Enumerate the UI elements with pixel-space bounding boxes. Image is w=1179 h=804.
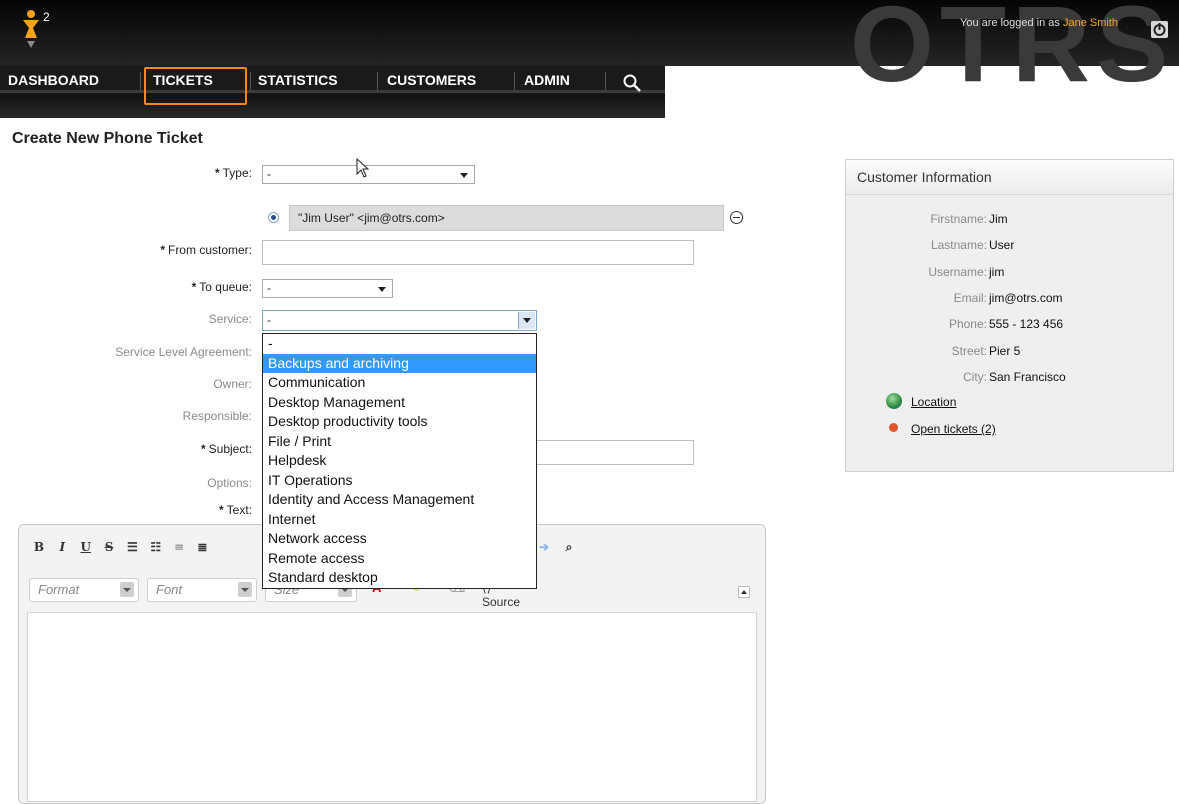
to-queue-label: * To queue: xyxy=(191,280,252,294)
subject-input[interactable] xyxy=(535,440,694,465)
nav-admin[interactable]: ADMIN xyxy=(524,70,570,90)
service-option[interactable]: Identity and Access Management xyxy=(263,490,536,510)
service-option[interactable]: Desktop productivity tools xyxy=(263,412,536,432)
chevron-down-icon[interactable] xyxy=(518,312,535,329)
customer-info-title: Customer Information xyxy=(846,160,1173,195)
customer-info-value: User xyxy=(989,238,1015,253)
customer-info-value: 555 - 123 456 xyxy=(989,317,1064,332)
owner-label: Owner: xyxy=(213,377,252,391)
notification-badge: 2 xyxy=(43,10,50,24)
service-label: Service: xyxy=(208,312,252,326)
type-label: * Type: xyxy=(214,166,252,180)
customer-info-row: Phone: 555 - 123 456 xyxy=(846,311,1175,337)
from-customer-input[interactable] xyxy=(262,240,694,265)
service-option[interactable]: IT Operations xyxy=(263,471,536,491)
format-combo[interactable]: Format xyxy=(29,578,139,602)
nav-statistics[interactable]: STATISTICS xyxy=(258,70,338,90)
header: OTRS 2 You are logged in as Jane Smith D… xyxy=(0,0,1179,118)
customer-info-value: jim@otrs.com xyxy=(989,290,1063,305)
sla-label: Service Level Agreement: xyxy=(115,345,252,359)
customer-info-key: Lastname: xyxy=(930,238,987,253)
strikethrough-icon[interactable]: S xyxy=(99,537,119,557)
customer-info-row: Email: jim@otrs.com xyxy=(846,285,1175,311)
service-option[interactable]: Communication xyxy=(263,373,536,393)
editor-toolbar: B I U S ☰ ☷ ≡ ≣ xyxy=(29,537,212,561)
service-option[interactable]: Helpdesk xyxy=(263,451,536,471)
chevron-down-icon xyxy=(378,287,386,292)
customer-info-panel: Customer Information Firstname: Jim Lastna… xyxy=(845,159,1174,472)
nav-dashboard[interactable]: DASHBOARD xyxy=(8,70,99,90)
outdent-icon[interactable]: ≡ xyxy=(169,537,189,557)
customer-radio[interactable] xyxy=(268,212,279,223)
status-dot-icon xyxy=(889,423,898,432)
service-option[interactable]: Internet xyxy=(263,510,536,530)
service-option[interactable]: Backups and archiving xyxy=(263,353,536,373)
customer-info-key: Phone: xyxy=(948,317,987,332)
responsible-label: Responsible: xyxy=(182,409,252,423)
nav-tickets[interactable]: TICKETS xyxy=(153,70,213,90)
collapse-toolbar-icon[interactable] xyxy=(738,586,750,598)
customer-info-key: Firstname: xyxy=(930,212,987,226)
chevron-down-icon xyxy=(460,173,468,178)
find-icon[interactable]: ⌕ xyxy=(559,537,579,557)
customer-info-key: Email: xyxy=(953,290,987,305)
nav-customers[interactable]: CUSTOMERS xyxy=(387,70,476,90)
globe-icon xyxy=(886,393,902,409)
service-option[interactable]: - xyxy=(263,334,536,354)
remove-icon[interactable] xyxy=(730,211,743,224)
customer-info-row: Firstname: Jim xyxy=(846,206,1175,232)
customer-info-value: Jim xyxy=(989,212,1008,226)
service-option[interactable]: Standard desktop xyxy=(263,568,536,588)
service-option[interactable]: Network access xyxy=(263,529,536,549)
service-select[interactable]: - xyxy=(262,310,537,331)
service-option[interactable]: Desktop Management xyxy=(263,393,536,413)
chevron-down-icon xyxy=(120,582,134,597)
chevron-down-icon xyxy=(238,582,252,597)
location-link[interactable]: Location xyxy=(911,395,956,409)
customer-info-row: Lastname: User xyxy=(846,232,1175,258)
customer-info-row: Street: Pier 5 xyxy=(846,338,1175,364)
service-option[interactable]: Remote access xyxy=(263,549,536,569)
mouse-cursor-icon xyxy=(356,158,370,178)
page-title: Create New Phone Ticket xyxy=(12,130,203,147)
subject-label: * Subject: xyxy=(200,442,252,456)
numbered-list-icon[interactable]: ☰ xyxy=(122,537,142,557)
login-status: You are logged in as Jane Smith xyxy=(960,17,1118,29)
customer-info-key: City: xyxy=(963,369,987,384)
options-label: Options: xyxy=(207,476,252,490)
customer-info-key: Username: xyxy=(928,264,987,279)
editor-content-area[interactable] xyxy=(27,612,757,802)
customer-chip: "Jim User" <jim@otrs.com> xyxy=(289,205,724,231)
search-icon[interactable] xyxy=(621,72,643,94)
customer-info-row: Username: jim xyxy=(846,259,1175,285)
service-option[interactable]: File / Print xyxy=(263,432,536,452)
open-tickets-link[interactable]: Open tickets (2) xyxy=(911,422,996,436)
font-combo[interactable]: Font xyxy=(147,578,257,602)
customer-info-value: San Francisco xyxy=(989,369,1066,384)
indent-icon[interactable]: ≣ xyxy=(192,537,212,557)
logout-icon[interactable] xyxy=(1151,21,1168,38)
underline-icon[interactable]: U xyxy=(76,537,96,557)
from-customer-label: * From customer: xyxy=(160,243,252,257)
customer-info-row: City: San Francisco xyxy=(846,364,1175,390)
service-dropdown-list[interactable]: - Backups and archiving Communication Deskt… xyxy=(262,333,537,589)
customer-info-value: Pier 5 xyxy=(989,343,1021,358)
italic-icon[interactable]: I xyxy=(52,537,72,557)
text-label: * Text: xyxy=(218,503,252,517)
customer-info-key: Street: xyxy=(951,343,987,358)
login-prefix: You are logged in as xyxy=(960,17,1063,29)
bold-icon[interactable]: B xyxy=(29,537,49,557)
arrow-right-icon[interactable]: ➔ xyxy=(534,537,554,557)
customer-info-value: jim xyxy=(989,264,1005,279)
brand-watermark: OTRS xyxy=(850,0,1175,104)
bullet-list-icon[interactable]: ☷ xyxy=(146,537,166,557)
to-queue-select[interactable]: - xyxy=(262,279,393,298)
login-user-link[interactable]: Jane Smith xyxy=(1063,17,1118,29)
